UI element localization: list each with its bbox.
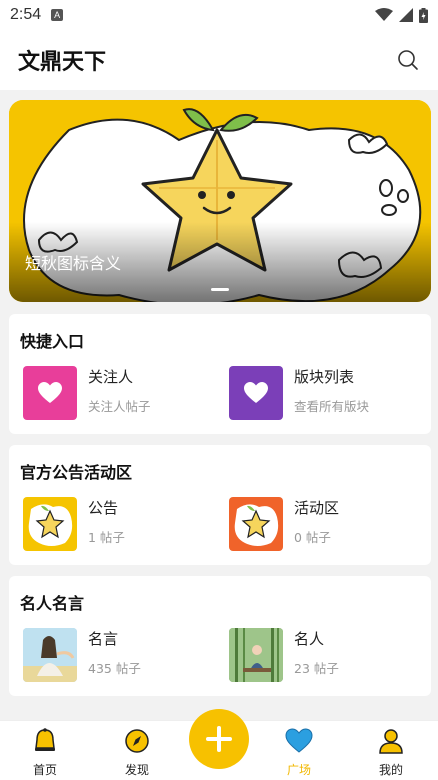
section-title: 官方公告活动区 [20,463,133,482]
banner-caption: 短秋图标含义 [25,254,122,273]
banner-carousel[interactable]: 短秋图标含义 [9,100,431,302]
entry-name: 公告 [88,499,119,517]
famous-quotes-card: 名人名言 名言 435 帖子 名人 23 帖子 [9,576,431,696]
bamboo-painting-thumbnail [229,628,283,682]
official-board-card: 官方公告活动区 公告 1 帖子 活动区 0 帖子 [9,445,431,565]
quick-entry-card: 快捷入口 关注人 关注人帖子 版块列表 查看所有版块 [9,314,431,434]
status-icons [375,7,428,23]
plus-icon [206,726,232,752]
starfruit-thumbnail [23,497,77,551]
entry-subtitle: 关注人帖子 [88,399,151,414]
tab-square[interactable]: 广场 [264,727,334,778]
entry-subtitle: 0 帖子 [294,530,331,545]
entry-subtitle: 435 帖子 [88,661,141,676]
tab-home[interactable]: 首页 [10,727,80,778]
entry-announcement[interactable]: 公告 1 帖子 [23,497,125,551]
status-time: 2:54 [10,6,42,23]
page-title: 文鼎天下 [18,50,107,75]
signal-icon [399,8,413,22]
tab-mine[interactable]: 我的 [356,727,426,778]
entry-subtitle: 查看所有版块 [294,399,370,414]
fairy-painting-thumbnail [23,628,77,682]
tab-label: 我的 [378,763,403,777]
heart-icon [229,366,283,420]
tab-discover[interactable]: 发现 [102,727,172,778]
notification-icon: A [51,9,64,21]
starfruit-thumbnail [229,497,283,551]
entry-followed-users[interactable]: 关注人 关注人帖子 [23,366,151,420]
entry-name: 名言 [88,630,119,648]
entry-name: 活动区 [294,499,340,517]
entry-quotes[interactable]: 名言 435 帖子 [23,628,141,682]
entry-name: 名人 [294,630,325,648]
create-post-button[interactable] [189,709,249,769]
user-icon [379,729,403,754]
tab-label: 首页 [32,763,57,777]
entry-name: 版块列表 [294,368,355,386]
banner-indicator [211,288,229,291]
entry-subtitle: 1 帖子 [88,530,125,545]
tab-label: 广场 [286,763,311,777]
search-icon[interactable] [396,48,420,72]
entry-activity-zone[interactable]: 活动区 0 帖子 [229,497,339,551]
heart-icon [285,728,313,753]
battery-icon [419,7,428,23]
compass-icon [125,729,149,753]
status-bar: 2:54 A [0,0,438,30]
entry-subtitle: 23 帖子 [294,661,339,676]
entry-celebrities[interactable]: 名人 23 帖子 [229,628,339,682]
wifi-icon [375,8,393,21]
heart-icon [23,366,77,420]
app-bar: 文鼎天下 [0,30,438,90]
entry-name: 关注人 [88,368,134,386]
section-title: 名人名言 [20,594,85,613]
entry-board-list[interactable]: 版块列表 查看所有版块 [229,366,369,420]
bell-icon [35,728,55,751]
tab-label: 发现 [124,763,149,777]
section-title: 快捷入口 [20,332,85,351]
